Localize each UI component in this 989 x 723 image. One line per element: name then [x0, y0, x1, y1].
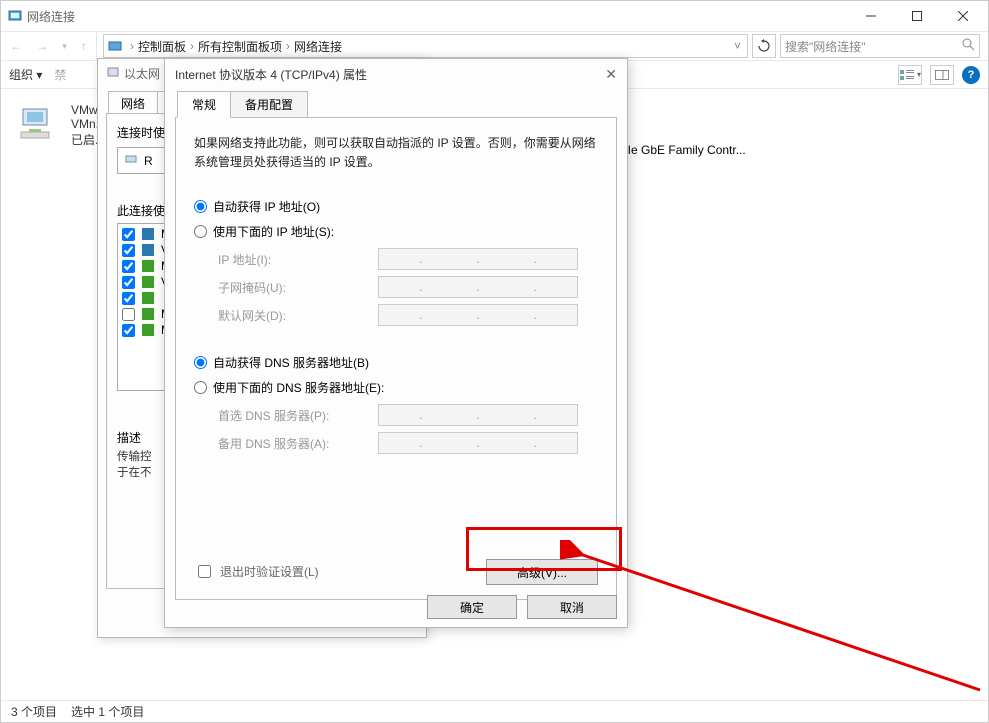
checkbox[interactable] [122, 228, 135, 241]
chevron-right-icon: › [186, 39, 198, 53]
breadcrumb-icon [104, 38, 126, 54]
item-count: 3 个项目 [11, 703, 57, 720]
close-button[interactable]: ✕ [605, 66, 617, 83]
tab-network[interactable]: 网络 [108, 91, 158, 115]
preferred-dns-label: 首选 DNS 服务器(P): [218, 407, 368, 424]
minimize-button[interactable] [848, 1, 894, 31]
gateway-label: 默认网关(D): [218, 307, 368, 324]
address-bar-row: ← → ▾ ↑ › 控制面板 › 所有控制面板项 › 网络连接 ˅ 搜索"网络连… [1, 31, 988, 61]
search-icon [962, 38, 975, 54]
view-mode-button[interactable]: ▾ [898, 65, 922, 85]
preferred-dns-row: 首选 DNS 服务器(P): ... [218, 404, 598, 426]
breadcrumb-item[interactable]: 所有控制面板项 [198, 38, 282, 55]
manual-ip-radio-row[interactable]: 使用下面的 IP 地址(S): [194, 223, 598, 240]
ipv4-titlebar: Internet 协议版本 4 (TCP/IPv4) 属性 ✕ [165, 59, 627, 89]
annotation-highlight-box [466, 527, 622, 571]
checkbox[interactable] [122, 324, 135, 337]
ipv4-tabs: 常规 备用配置 [165, 91, 627, 118]
component-icon [141, 275, 155, 289]
checkbox[interactable] [122, 292, 135, 305]
manual-ip-label: 使用下面的 IP 地址(S): [213, 223, 334, 240]
window-controls [848, 1, 986, 31]
help-button[interactable]: ? [962, 66, 980, 84]
adapter-icon [124, 152, 138, 169]
history-dropdown[interactable]: ▾ [62, 41, 67, 52]
component-icon [141, 243, 155, 257]
auto-ip-label: 自动获得 IP 地址(O) [213, 198, 320, 215]
checkbox[interactable] [122, 308, 135, 321]
adapter-text: R [144, 154, 153, 168]
ipv4-footer: 确定 取消 [427, 595, 617, 619]
auto-dns-radio-row[interactable]: 自动获得 DNS 服务器地址(B) [194, 354, 598, 371]
alternate-dns-label: 备用 DNS 服务器(A): [218, 435, 368, 452]
selected-count: 选中 1 个项目 [71, 703, 144, 720]
close-button[interactable] [940, 1, 986, 31]
validate-checkbox[interactable] [198, 565, 211, 578]
gateway-input: ... [378, 304, 578, 326]
main-title: 网络连接 [27, 8, 75, 25]
gateway-row: 默认网关(D): ... [218, 304, 598, 326]
breadcrumb-item[interactable]: 网络连接 [294, 38, 342, 55]
network-icon [7, 8, 23, 24]
main-titlebar: 网络连接 [1, 1, 988, 31]
forward-button[interactable]: → [36, 39, 48, 53]
ethernet-icon [106, 65, 120, 82]
ip-address-input: ... [378, 248, 578, 270]
search-placeholder: 搜索"网络连接" [785, 38, 866, 55]
validate-label: 退出时验证设置(L) [220, 563, 319, 580]
checkbox[interactable] [122, 276, 135, 289]
chevron-down-icon[interactable]: ˅ [728, 39, 747, 53]
preferred-dns-input: ... [378, 404, 578, 426]
ipv4-title: Internet 协议版本 4 (TCP/IPv4) 属性 [175, 66, 367, 83]
manual-dns-label: 使用下面的 DNS 服务器地址(E): [213, 379, 384, 396]
breadcrumb[interactable]: › 控制面板 › 所有控制面板项 › 网络连接 ˅ [103, 34, 748, 58]
subnet-mask-label: 子网掩码(U): [218, 279, 368, 296]
checkbox[interactable] [122, 244, 135, 257]
adapter-name: PCIe GbE Family Contr... [611, 143, 746, 157]
intro-text: 如果网络支持此功能，则可以获取自动指派的 IP 设置。否则，你需要从网络系统管理… [194, 134, 598, 172]
alternate-dns-row: 备用 DNS 服务器(A): ... [218, 432, 598, 454]
manual-dns-radio-row[interactable]: 使用下面的 DNS 服务器地址(E): [194, 379, 598, 396]
component-icon [141, 291, 155, 305]
tab-general[interactable]: 常规 [177, 91, 231, 118]
auto-dns-label: 自动获得 DNS 服务器地址(B) [213, 354, 369, 371]
auto-ip-radio[interactable] [194, 200, 207, 213]
network-adapter-label: PCIe GbE Family Contr... [611, 143, 871, 157]
search-input[interactable]: 搜索"网络连接" [780, 34, 980, 58]
up-button[interactable]: ↑ [81, 39, 87, 53]
maximize-button[interactable] [894, 1, 940, 31]
ok-button[interactable]: 确定 [427, 595, 517, 619]
status-bar: 3 个项目 选中 1 个项目 [1, 700, 988, 722]
auto-dns-radio[interactable] [194, 356, 207, 369]
ip-address-row: IP 地址(I): ... [218, 248, 598, 270]
component-icon [141, 227, 155, 241]
component-icon [141, 259, 155, 273]
cancel-button[interactable]: 取消 [527, 595, 617, 619]
breadcrumb-item[interactable]: 控制面板 [138, 38, 186, 55]
chevron-right-icon: › [282, 39, 294, 53]
tab-alternate[interactable]: 备用配置 [230, 91, 308, 118]
preview-pane-button[interactable] [930, 65, 954, 85]
eth-title: 以太网 [124, 65, 160, 82]
organize-menu[interactable]: 组织 ▾ [9, 66, 42, 83]
alternate-dns-input: ... [378, 432, 578, 454]
refresh-button[interactable] [752, 34, 776, 58]
back-button[interactable]: ← [10, 39, 22, 53]
validate-on-exit-row[interactable]: 退出时验证设置(L) [194, 562, 319, 581]
manual-ip-radio[interactable] [194, 225, 207, 238]
nav-arrows: ← → ▾ ↑ [1, 32, 97, 60]
component-icon [141, 307, 155, 321]
toolbar-item[interactable]: 禁 [54, 66, 66, 83]
subnet-mask-input: ... [378, 276, 578, 298]
auto-ip-radio-row[interactable]: 自动获得 IP 地址(O) [194, 198, 598, 215]
component-icon [141, 323, 155, 337]
checkbox[interactable] [122, 260, 135, 273]
subnet-mask-row: 子网掩码(U): ... [218, 276, 598, 298]
chevron-right-icon: › [126, 39, 138, 53]
manual-dns-radio[interactable] [194, 381, 207, 394]
adapter-icon [17, 103, 61, 147]
ip-address-label: IP 地址(I): [218, 251, 368, 268]
